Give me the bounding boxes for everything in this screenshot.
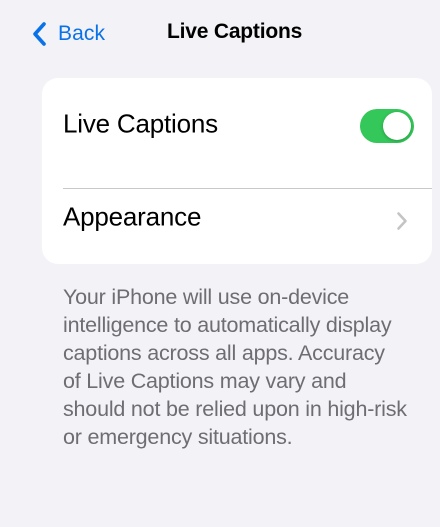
- chevron-left-icon: [33, 22, 46, 46]
- back-label: Back: [58, 22, 106, 45]
- toggle-knob: [383, 112, 411, 140]
- appearance-row[interactable]: Appearance: [42, 171, 432, 263]
- live-captions-row: Live Captions: [42, 78, 432, 170]
- live-captions-label: Live Captions: [63, 108, 218, 139]
- live-captions-screen: Back Live Captions Live Captions Appeara…: [0, 0, 440, 527]
- live-captions-toggle[interactable]: [360, 109, 414, 143]
- navigation-bar: Back Live Captions: [0, 0, 440, 64]
- back-button[interactable]: Back: [30, 18, 105, 50]
- settings-group: Live Captions Appearance: [42, 78, 432, 264]
- chevron-right-icon: [397, 212, 407, 230]
- appearance-label: Appearance: [63, 201, 202, 232]
- page-title: Live Captions: [167, 20, 303, 43]
- live-captions-description: Your iPhone will use on-device intellige…: [63, 285, 407, 449]
